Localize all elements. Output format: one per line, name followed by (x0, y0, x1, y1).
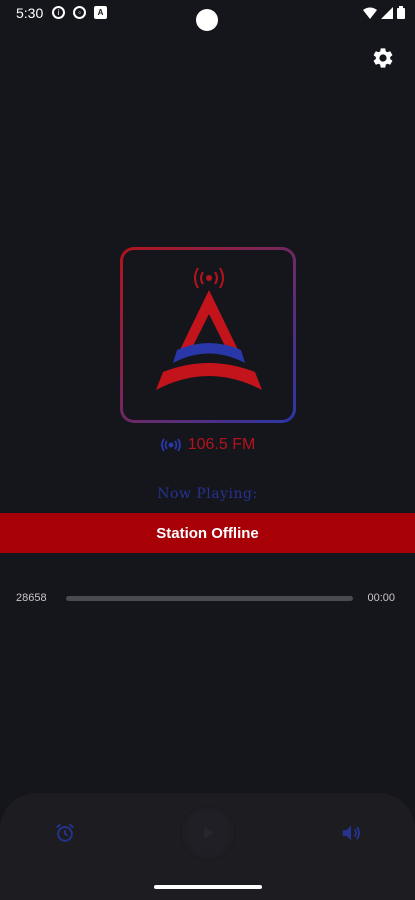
radio-tower-logo (156, 267, 262, 390)
station-frequency: 106.5 FM (187, 436, 256, 453)
progress-row: 28658 00:00 (0, 592, 415, 606)
station-logo (120, 247, 296, 423)
alarm-icon[interactable] (54, 822, 76, 844)
elapsed-time: 28658 (16, 592, 47, 604)
now-playing-label: Now Playing: (157, 486, 258, 502)
notification-a-icon: A (94, 6, 107, 19)
station-status-bar: Station Offline (0, 513, 415, 553)
duration-time: 00:00 (367, 592, 395, 604)
wifi-icon (363, 7, 377, 19)
play-button[interactable] (180, 805, 236, 861)
info-icon: i (52, 6, 65, 19)
frequency-row: 106.5 FM (0, 436, 415, 454)
broadcast-icon (160, 438, 181, 452)
status-icons-left: i ◦ A (52, 6, 107, 19)
status-time: 5:30 (16, 5, 44, 21)
play-icon (204, 827, 214, 839)
gear-icon[interactable] (371, 46, 395, 70)
volume-icon[interactable] (340, 822, 362, 844)
front-camera (196, 9, 218, 31)
status-bar: 5:30 i ◦ A (0, 0, 415, 31)
signal-icon (381, 7, 393, 19)
battery-icon (397, 6, 405, 19)
status-icons-right (363, 6, 405, 19)
progress-bar[interactable] (66, 596, 353, 601)
home-indicator[interactable] (154, 885, 262, 889)
station-status: Station Offline (156, 524, 259, 542)
shield-icon: ◦ (73, 6, 86, 19)
